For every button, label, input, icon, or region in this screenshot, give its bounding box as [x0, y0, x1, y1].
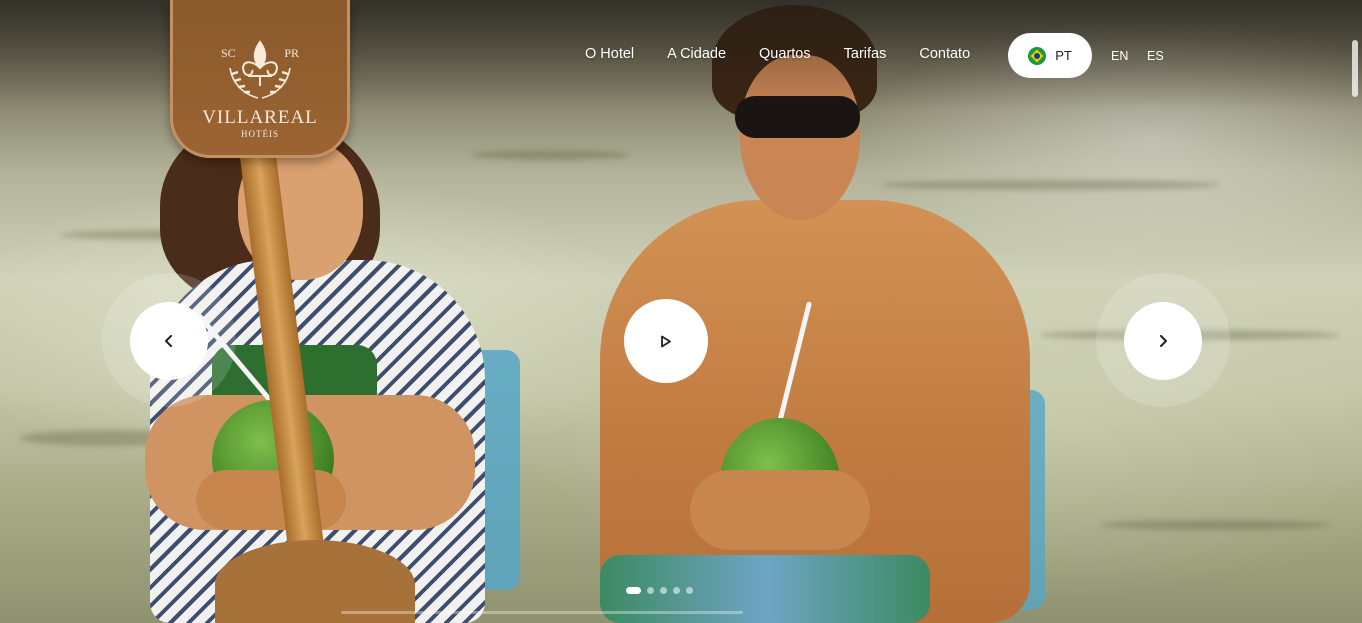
sand-streak — [1100, 520, 1330, 530]
nav-item-o-hotel[interactable]: O Hotel — [585, 46, 634, 62]
chevron-right-icon — [1160, 335, 1167, 347]
slider-dot-1[interactable] — [626, 587, 641, 594]
page-scrollbar[interactable] — [1352, 40, 1358, 97]
sand-streak — [470, 150, 630, 160]
logo-brand-name: VILLAREAL — [202, 107, 318, 128]
slider-pagination-dots — [626, 587, 693, 594]
main-navigation: O Hotel A Cidade Quartos Tarifas Contato — [585, 46, 970, 62]
slider-dot-2[interactable] — [647, 587, 654, 594]
villareal-logo[interactable]: SC PR VILLAREAL HOTÉIS — [170, 0, 350, 158]
slider-prev-button[interactable] — [130, 302, 208, 380]
sand-streak — [880, 180, 1220, 190]
slider-dot-5[interactable] — [686, 587, 693, 594]
slider-dot-3[interactable] — [660, 587, 667, 594]
woman-hands — [196, 470, 346, 530]
chevron-left-icon — [165, 335, 172, 347]
nav-item-tarifas[interactable]: Tarifas — [844, 46, 887, 62]
nav-item-a-cidade[interactable]: A Cidade — [667, 46, 726, 62]
brazil-flag-icon — [1028, 46, 1047, 65]
slider-next-button[interactable] — [1124, 302, 1202, 380]
language-es-button[interactable]: ES — [1147, 49, 1164, 63]
language-pt-button[interactable]: PT — [1008, 33, 1092, 78]
fleur-de-lis-icon — [229, 40, 291, 99]
nav-item-quartos[interactable]: Quartos — [759, 46, 811, 62]
language-en-button[interactable]: EN — [1111, 49, 1128, 63]
logo-subtitle: HOTÉIS — [241, 129, 279, 139]
man-hands — [690, 470, 870, 550]
play-icon — [661, 335, 671, 347]
language-pt-label: PT — [1055, 48, 1072, 63]
slider-progress-bar — [341, 611, 743, 614]
video-play-button[interactable] — [624, 299, 708, 383]
nav-item-contato[interactable]: Contato — [919, 46, 970, 62]
slider-dot-4[interactable] — [673, 587, 680, 594]
